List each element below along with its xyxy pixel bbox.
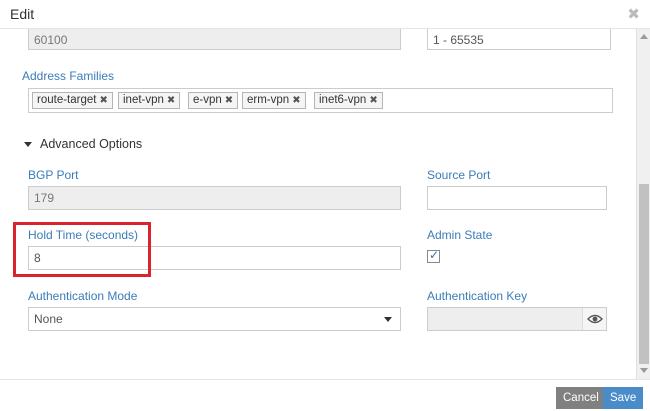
scroll-up-icon[interactable]	[640, 34, 648, 39]
scroll-down-icon[interactable]	[640, 368, 648, 373]
eye-icon[interactable]	[582, 308, 606, 330]
close-icon[interactable]: ✖	[627, 5, 640, 23]
address-families-label: Address Families	[22, 69, 115, 83]
address-families-input[interactable]: route-target ✖ inet-vpn ✖ e-vpn ✖ erm-vpn ✖ …	[28, 88, 613, 113]
hold-time-field[interactable]: 8	[28, 246, 401, 270]
advanced-options-toggle[interactable]: Advanced Options	[24, 137, 142, 151]
admin-state-checkbox[interactable]: ✓	[427, 248, 440, 263]
authentication-mode-label: Authentication Mode	[28, 289, 138, 303]
authentication-mode-select[interactable]: None	[28, 307, 401, 331]
source-port-label: Source Port	[427, 168, 491, 182]
tag-inet-vpn[interactable]: inet-vpn ✖	[118, 92, 181, 109]
asn-field[interactable]: 60100	[28, 29, 401, 50]
save-button[interactable]: Save	[603, 387, 644, 409]
tag-e-vpn[interactable]: e-vpn ✖	[188, 92, 239, 109]
dialog-header: Edit ✖	[0, 0, 650, 29]
scrollbar-thumb[interactable]	[639, 184, 649, 364]
remove-tag-icon[interactable]: ✖	[99, 95, 107, 106]
remove-tag-icon[interactable]: ✖	[292, 95, 300, 106]
caret-down-icon	[24, 142, 32, 148]
tag-route-target[interactable]: route-target ✖	[32, 92, 113, 109]
bgp-port-field[interactable]: 179	[28, 186, 401, 210]
cancel-button[interactable]: Cancel	[556, 387, 606, 409]
tag-inet6-vpn[interactable]: inet6-vpn ✖	[314, 92, 383, 109]
check-icon: ✓	[429, 248, 440, 262]
tag-erm-vpn[interactable]: erm-vpn ✖	[242, 92, 306, 109]
remove-tag-icon[interactable]: ✖	[167, 95, 175, 106]
remove-tag-icon[interactable]: ✖	[369, 95, 377, 106]
remove-tag-icon[interactable]: ✖	[225, 95, 233, 106]
dialog-footer: Cancel Save	[0, 379, 650, 411]
hold-time-label: Hold Time (seconds)	[28, 228, 139, 242]
dialog-title: Edit	[10, 6, 35, 22]
chevron-down-icon	[384, 317, 392, 322]
dialog-body: 60100 1 - 65535 Address Families route-t…	[0, 29, 650, 379]
bgp-port-label: BGP Port	[28, 168, 79, 182]
authentication-key-field[interactable]	[427, 307, 607, 331]
authentication-key-label: Authentication Key	[427, 289, 528, 303]
source-port-field[interactable]	[427, 186, 607, 210]
asn-range-field[interactable]: 1 - 65535	[427, 29, 611, 50]
scrollbar[interactable]	[636, 29, 650, 379]
admin-state-label: Admin State	[427, 228, 493, 242]
